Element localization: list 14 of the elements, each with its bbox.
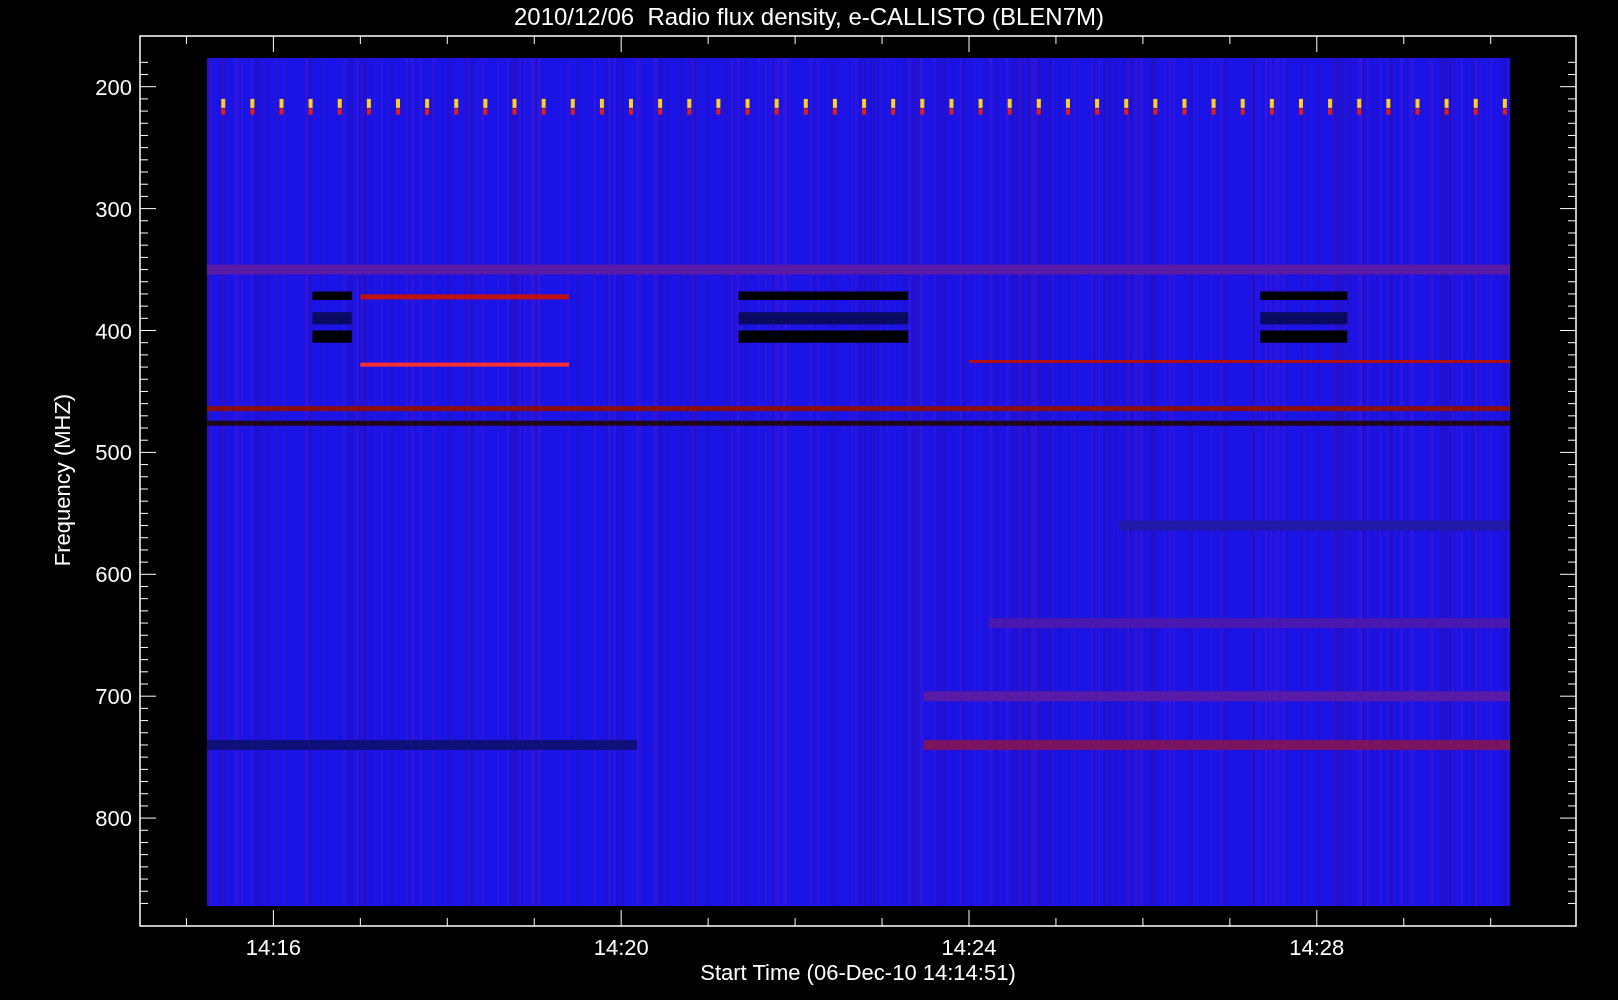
axis-title: Start Time (06-Dec-10 14:14:51) [700,960,1016,985]
axis-tick-label: 700 [95,684,132,710]
axis-tick-label: 200 [95,74,132,100]
axis-tick-label: 14:24 [941,935,997,960]
axis-tick-label: 300 [95,196,132,222]
axis-title: Frequency (MHZ) [50,393,75,567]
chart-title: 2010/12/06 Radio flux density, e-CALLISTO (BLEN7M) [513,3,1105,30]
axis-tick-label: 14:28 [1289,935,1345,960]
axis-tick-label: 14:16 [245,935,301,960]
axis-tick-label: 600 [95,562,132,588]
axis-tick-label: 800 [95,806,132,832]
axis-tick-label: 500 [95,440,132,466]
axis-tick-label: 400 [95,318,132,344]
axis-tick-label: 14:20 [593,935,649,960]
